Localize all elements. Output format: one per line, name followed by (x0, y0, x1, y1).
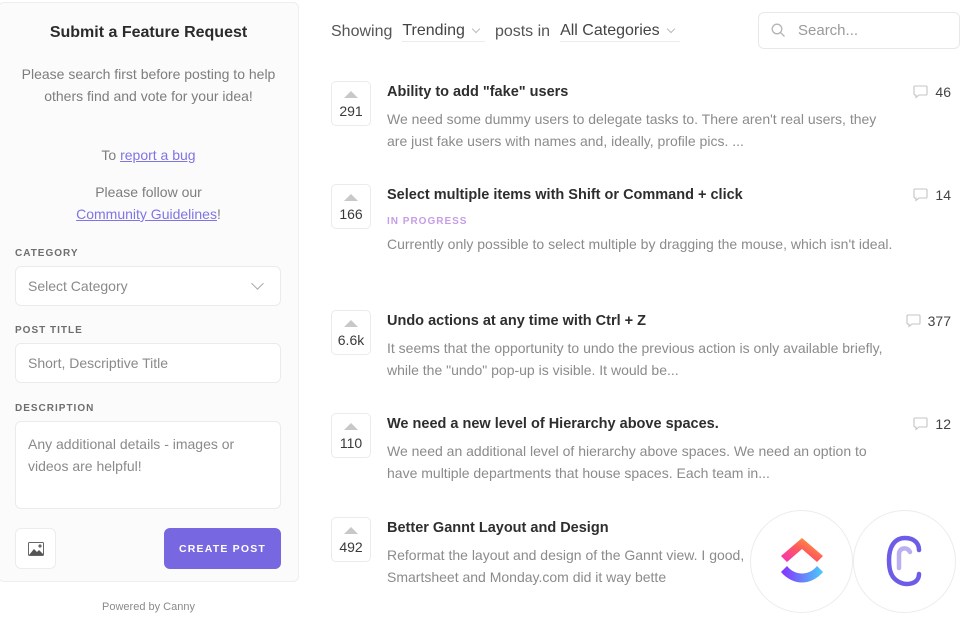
upvote-button[interactable]: 166 (331, 184, 371, 229)
guidelines-suffix: ! (216, 206, 221, 222)
vote-count: 166 (339, 206, 363, 222)
clickup-logo-icon (780, 537, 823, 582)
sort-dropdown[interactable]: Trending (402, 22, 485, 42)
post-description: Reformat the layout and design of the Ga… (387, 547, 745, 585)
upvote-arrow-icon (344, 527, 358, 534)
guidelines-prefix: Please follow our (95, 184, 202, 200)
comment-icon (906, 314, 921, 328)
search-box[interactable] (758, 12, 960, 49)
post-title-input[interactable]: Short, Descriptive Title (15, 343, 281, 383)
description-textarea[interactable]: Any additional details - images or video… (15, 421, 281, 509)
post-title[interactable]: We need a new level of Hierarchy above s… (387, 416, 719, 432)
post-description: We need some dummy users to delegate tas… (387, 111, 877, 149)
post-title[interactable]: Better Gannt Layout and Design (387, 520, 609, 536)
comment-count-value: 377 (927, 313, 951, 329)
guidelines-text: Please follow our Community Guidelines! (19, 181, 278, 225)
upvote-button[interactable]: 492 (331, 517, 371, 562)
feature-request-panel: Submit a Feature Request Please search f… (0, 2, 299, 582)
upvote-arrow-icon (344, 320, 358, 327)
comment-count: 14 (913, 187, 951, 203)
comment-count: 12 (913, 416, 951, 432)
vote-count: 110 (339, 435, 363, 451)
bug-text: To report a bug (19, 144, 278, 166)
post-description: It seems that the opportunity to undo th… (387, 340, 883, 378)
create-post-button[interactable]: CREATE POST (164, 528, 281, 569)
showing-label: Showing (331, 23, 393, 40)
upvote-button[interactable]: 110 (331, 413, 371, 458)
category-filter-value: All Categories (560, 22, 660, 39)
posts-in-label: posts in (494, 23, 551, 40)
powered-by-canny[interactable]: Powered by Canny (0, 601, 297, 613)
attach-image-button[interactable] (15, 528, 56, 569)
bug-prefix: To (101, 147, 121, 163)
comment-count-value: 14 (935, 187, 951, 203)
comment-icon (913, 417, 928, 431)
upvote-arrow-icon (344, 194, 358, 201)
canny-logo-icon (886, 535, 921, 586)
post-title[interactable]: Select multiple items with Shift or Comm… (387, 187, 743, 203)
search-input[interactable] (798, 22, 948, 39)
status-badge: IN PROGRESS (387, 216, 468, 227)
filter-bar: Showing Trending posts in All Categories (331, 20, 690, 44)
vote-count: 6.6k (337, 332, 365, 348)
report-bug-link[interactable]: report a bug (120, 147, 196, 163)
community-guidelines-link[interactable]: Community Guidelines (76, 206, 217, 222)
vote-count: 291 (339, 103, 363, 119)
post-title[interactable]: Ability to add "fake" users (387, 84, 568, 100)
comment-count: 377 (906, 313, 951, 329)
post-description: Currently only possible to select multip… (387, 236, 893, 252)
category-select-value: Select Category (28, 278, 128, 294)
chevron-down-icon (471, 24, 481, 34)
intro-text: Please search first before posting to he… (21, 66, 276, 104)
vote-count: 492 (339, 539, 363, 555)
upvote-arrow-icon (344, 423, 358, 430)
search-icon (771, 23, 785, 37)
comment-count-value: 46 (935, 84, 951, 100)
sort-value: Trending (402, 22, 465, 39)
comment-count-value: 12 (935, 416, 951, 432)
panel-title: Submit a Feature Request (49, 24, 248, 41)
comment-count: 46 (913, 84, 951, 100)
description-label: DESCRIPTION (15, 403, 95, 414)
upvote-arrow-icon (344, 91, 358, 98)
upvote-button[interactable]: 6.6k (331, 310, 371, 355)
clickup-logo (750, 510, 853, 613)
upvote-button[interactable]: 291 (331, 81, 371, 126)
canny-logo (853, 510, 956, 613)
chevron-down-icon (666, 24, 675, 34)
category-filter-dropdown[interactable]: All Categories (560, 22, 680, 42)
comment-icon (913, 85, 928, 99)
chevron-down-icon (251, 277, 264, 290)
post-title[interactable]: Undo actions at any time with Ctrl + Z (387, 313, 646, 329)
category-select[interactable]: Select Category (15, 266, 281, 306)
post-description: We need an additional level of hierarchy… (387, 443, 867, 481)
post-title-label: POST TITLE (15, 325, 83, 336)
comment-icon (913, 188, 928, 202)
image-icon (27, 541, 44, 556)
category-label: CATEGORY (15, 248, 79, 259)
